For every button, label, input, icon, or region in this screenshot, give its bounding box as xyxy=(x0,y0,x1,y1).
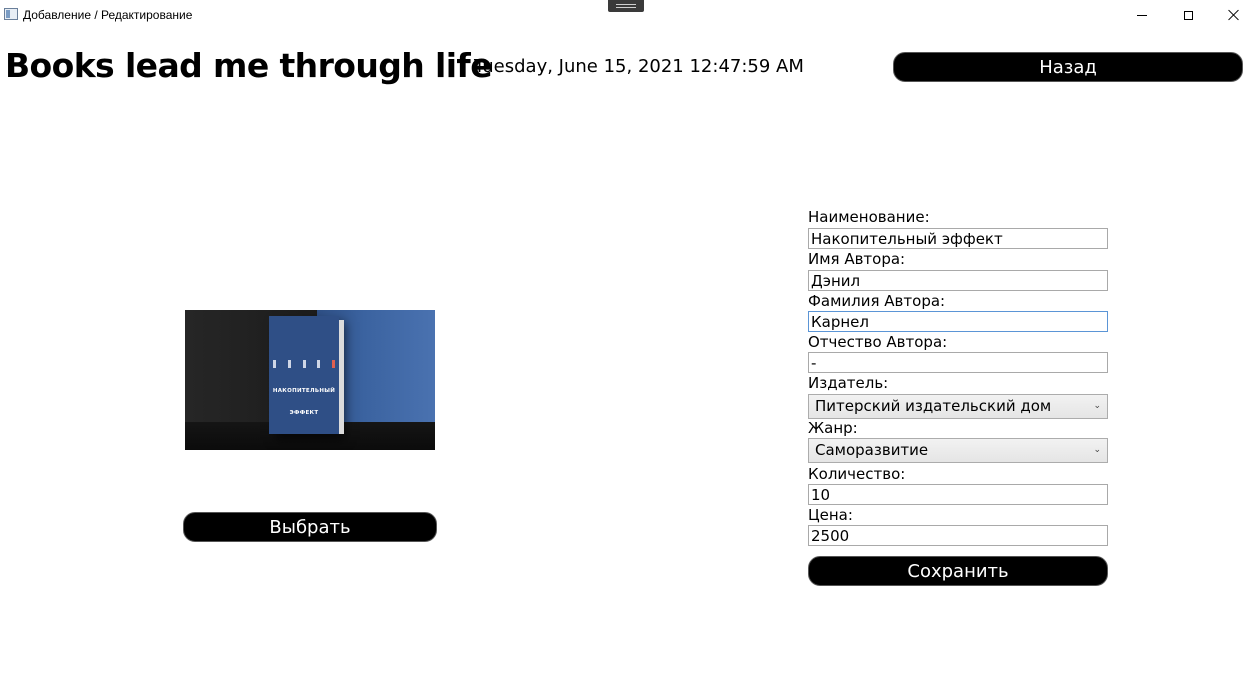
quantity-field[interactable] xyxy=(808,484,1108,505)
close-button[interactable] xyxy=(1211,0,1252,30)
chevron-down-icon: ⌄ xyxy=(1093,445,1101,455)
close-icon xyxy=(1228,9,1240,21)
book-cover-title-line2: ЭФФЕКТ xyxy=(289,410,319,416)
maximize-icon xyxy=(1183,10,1193,20)
author-middle-name-field[interactable] xyxy=(808,352,1108,373)
name-field[interactable] xyxy=(808,228,1108,249)
chevron-down-icon: ⌄ xyxy=(1093,401,1101,411)
window-app-icon xyxy=(4,8,18,20)
drag-grip-icon[interactable] xyxy=(608,0,644,12)
publisher-selected-value: Питерский издательский дом xyxy=(815,397,1052,415)
choose-image-button[interactable]: Выбрать xyxy=(183,512,437,542)
name-label: Наименование: xyxy=(808,208,930,226)
minimize-button[interactable] xyxy=(1119,0,1165,30)
book-pages-edge xyxy=(339,320,344,434)
author-first-name-label: Имя Автора: xyxy=(808,250,906,268)
book-cover-title-line1: НАКОПИТЕЛЬНЫЙ xyxy=(272,388,336,394)
author-first-name-field[interactable] xyxy=(808,270,1108,291)
app-title: Books lead me through life xyxy=(5,46,493,85)
book-cover-image: НАКОПИТЕЛЬНЫЙ ЭФФЕКТ xyxy=(185,310,435,450)
author-middle-name-label: Отчество Автора: xyxy=(808,333,948,351)
book-cover-figures xyxy=(273,360,335,370)
publisher-select[interactable]: Питерский издательский дом ⌄ xyxy=(808,394,1108,419)
maximize-button[interactable] xyxy=(1165,0,1211,30)
author-last-name-label: Фамилия Автора: xyxy=(808,292,946,310)
window-title: Добавление / Редактирование xyxy=(23,8,193,22)
genre-selected-value: Саморазвитие xyxy=(815,441,929,459)
minimize-icon xyxy=(1137,14,1147,16)
genre-label: Жанр: xyxy=(808,419,858,437)
window-titlebar[interactable]: Добавление / Редактирование xyxy=(0,0,1252,30)
price-label: Цена: xyxy=(808,506,853,524)
publisher-label: Издатель: xyxy=(808,374,889,392)
book-cover: НАКОПИТЕЛЬНЫЙ ЭФФЕКТ xyxy=(269,316,339,434)
save-button[interactable]: Сохранить xyxy=(808,556,1108,586)
author-last-name-field[interactable] xyxy=(808,311,1108,332)
current-datetime: Tuesday, June 15, 2021 12:47:59 AM xyxy=(474,56,804,77)
back-button[interactable]: Назад xyxy=(893,52,1243,82)
quantity-label: Количество: xyxy=(808,465,906,483)
price-field[interactable] xyxy=(808,525,1108,546)
genre-select[interactable]: Саморазвитие ⌄ xyxy=(808,438,1108,463)
